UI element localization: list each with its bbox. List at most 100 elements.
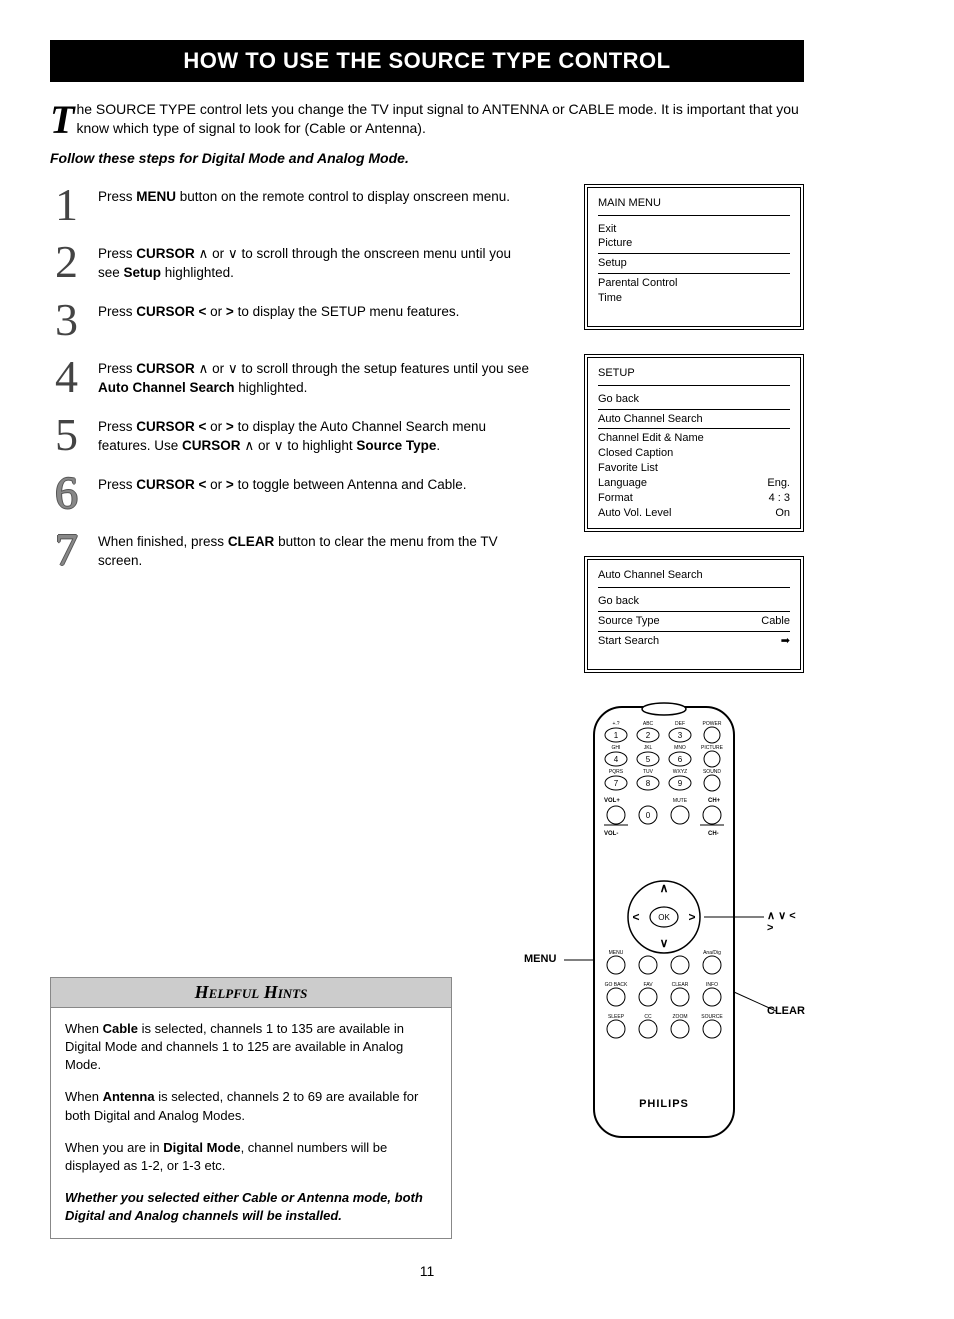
svg-text:4: 4 — [614, 755, 619, 764]
osd-item: Format4 : 3 — [598, 491, 790, 506]
step-row: 4 Press CURSOR ∧ or ∨ to scroll through t… — [50, 356, 534, 398]
osd-main-menu: MAIN MENU ExitPicture Setup Parental Contr… — [584, 184, 804, 330]
remote-label-cursor: ∧ ∨ < > — [767, 909, 804, 934]
svg-text:+.?: +.? — [612, 721, 619, 727]
svg-text:GO BACK: GO BACK — [605, 982, 628, 988]
svg-text:CLEAR: CLEAR — [672, 982, 689, 988]
osd-item: Go back — [598, 392, 790, 407]
svg-text:VOL-: VOL- — [604, 831, 618, 837]
svg-text:POWER: POWER — [703, 721, 722, 727]
osd-item: Picture — [598, 236, 790, 251]
svg-text:PHILIPS: PHILIPS — [639, 1098, 689, 1110]
svg-text:GHI: GHI — [612, 745, 621, 751]
sub-intro: Follow these steps for Digital Mode and … — [50, 150, 804, 166]
svg-text:1: 1 — [614, 731, 619, 740]
step-text: Press CURSOR < or > to toggle between An… — [98, 472, 467, 513]
svg-text:CH+: CH+ — [708, 798, 721, 804]
step-text: When finished, press CLEAR button to cle… — [98, 529, 534, 571]
svg-text:MNO: MNO — [674, 745, 686, 751]
svg-text:MUTE: MUTE — [673, 798, 688, 804]
svg-text:DEF: DEF — [675, 721, 685, 727]
svg-text:INFO: INFO — [706, 982, 718, 988]
svg-text:VOL+: VOL+ — [604, 798, 620, 804]
hints-p3: When you are in Digital Mode, channel nu… — [65, 1139, 437, 1175]
step-number: 7 — [50, 529, 78, 571]
hints-p1: When Cable is selected, channels 1 to 13… — [65, 1020, 437, 1075]
step-row: 2 Press CURSOR ∧ or ∨ to scroll through t… — [50, 241, 534, 283]
svg-text:Ana/Dig: Ana/Dig — [703, 950, 721, 956]
step-row: 7 When finished, press CLEAR button to cl… — [50, 529, 534, 571]
osd-item: Exit — [598, 222, 790, 237]
osd-item: LanguageEng. — [598, 476, 790, 491]
svg-text:∧: ∧ — [660, 881, 669, 895]
osd-setup: SETUP Go back Auto Channel Search Channel … — [584, 354, 804, 533]
page-number: 11 — [50, 1263, 804, 1279]
svg-text:SOURCE: SOURCE — [701, 1014, 723, 1020]
osd-title: Auto Channel Search — [598, 568, 790, 588]
svg-text:SLEEP: SLEEP — [608, 1014, 625, 1020]
hints-p2: When Antenna is selected, channels 2 to … — [65, 1088, 437, 1124]
step-text: Press CURSOR ∧ or ∨ to scroll through th… — [98, 356, 534, 398]
hints-p4: Whether you selected either Cable or Ant… — [65, 1189, 437, 1225]
svg-text:6: 6 — [678, 755, 683, 764]
osd-item: Closed Caption — [598, 446, 790, 461]
step-row: 5 Press CURSOR < or > to display the Auto… — [50, 414, 534, 456]
svg-text:TUV: TUV — [643, 769, 654, 775]
svg-text:7: 7 — [614, 779, 619, 788]
step-number: 3 — [50, 299, 78, 340]
step-number: 1 — [50, 184, 78, 225]
helpful-hints-box: Helpful Hints When Cable is selected, ch… — [50, 977, 452, 1239]
step-text: Press CURSOR < or > to display the SETUP… — [98, 299, 459, 340]
osd-item: Start Search➡ — [598, 634, 790, 649]
osd-item: Channel Edit & Name — [598, 431, 790, 446]
osd-item: Setup — [598, 256, 790, 271]
svg-text:JKL: JKL — [644, 745, 653, 751]
svg-text:FAV: FAV — [643, 982, 653, 988]
svg-text:8: 8 — [646, 779, 651, 788]
svg-text:CC: CC — [644, 1014, 652, 1020]
svg-text:<: < — [632, 910, 639, 924]
remote-label-clear: CLEAR — [767, 1005, 805, 1017]
svg-text:5: 5 — [646, 755, 651, 764]
svg-text:PICTURE: PICTURE — [701, 745, 724, 751]
osd-title: SETUP — [598, 366, 790, 386]
osd-column: MAIN MENU ExitPicture Setup Parental Contr… — [584, 184, 804, 697]
page-title: HOW TO USE THE SOURCE TYPE CONTROL — [50, 40, 804, 82]
intro-text: he SOURCE TYPE control lets you change t… — [76, 101, 798, 136]
step-number: 6 — [50, 472, 78, 513]
intro-paragraph: The SOURCE TYPE control lets you change … — [50, 100, 804, 138]
svg-text:OK: OK — [658, 913, 670, 922]
svg-text:MENU: MENU — [609, 950, 624, 956]
svg-text:CH-: CH- — [708, 831, 719, 837]
svg-text:PQRS: PQRS — [609, 769, 624, 775]
step-number: 2 — [50, 241, 78, 283]
osd-item: Time — [598, 291, 790, 306]
step-row: 6 Press CURSOR < or > to toggle between A… — [50, 472, 534, 513]
hints-header: Helpful Hints — [51, 978, 451, 1008]
remote-label-menu: MENU — [524, 953, 556, 965]
svg-text:0: 0 — [646, 811, 651, 820]
osd-item: Source TypeCable — [598, 614, 790, 629]
step-text: Press CURSOR < or > to display the Auto … — [98, 414, 534, 456]
step-text: Press MENU button on the remote control … — [98, 184, 510, 225]
svg-text:ZOOM: ZOOM — [673, 1014, 688, 1020]
step-text: Press CURSOR ∧ or ∨ to scroll through th… — [98, 241, 534, 283]
svg-text:∨: ∨ — [660, 936, 669, 950]
osd-title: MAIN MENU — [598, 196, 790, 216]
remote-diagram: +.?1ABC2DEF3POWERGHI4JKL5MNO6PICTUREPQRS… — [524, 697, 804, 1157]
svg-text:3: 3 — [678, 731, 683, 740]
osd-item: Auto Vol. LevelOn — [598, 506, 790, 521]
svg-text:SOUND: SOUND — [703, 769, 721, 775]
step-row: 3 Press CURSOR < or > to display the SETU… — [50, 299, 534, 340]
svg-text:2: 2 — [646, 731, 651, 740]
osd-item: Go back — [598, 594, 790, 609]
osd-item: Parental Control — [598, 276, 790, 291]
dropcap: T — [50, 100, 76, 136]
osd-auto-channel-search: Auto Channel Search Go back Source TypeCa… — [584, 556, 804, 672]
step-number: 4 — [50, 356, 78, 398]
step-number: 5 — [50, 414, 78, 456]
osd-item: Auto Channel Search — [598, 412, 790, 427]
osd-item: Favorite List — [598, 461, 790, 476]
svg-text:>: > — [688, 910, 695, 924]
step-row: 1 Press MENU button on the remote control… — [50, 184, 534, 225]
